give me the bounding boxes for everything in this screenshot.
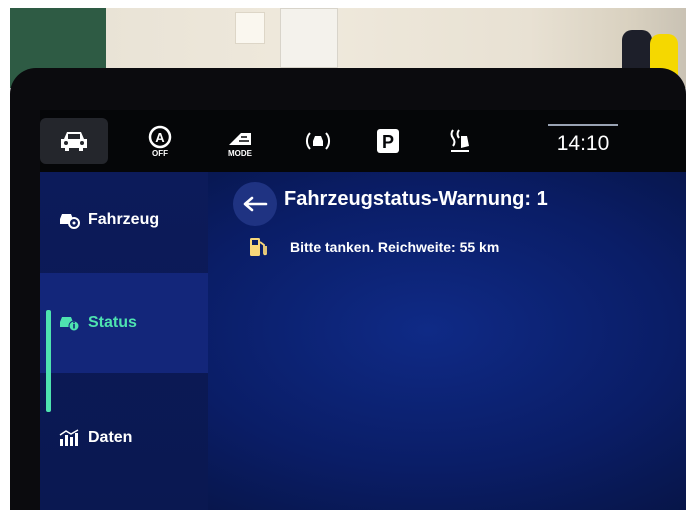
sidebar-item-status[interactable]: Status bbox=[40, 273, 208, 373]
data-chart-icon bbox=[59, 429, 79, 446]
sidebar: Fahrzeug Status Daten bbox=[40, 172, 208, 510]
list-item[interactable]: Bitte tanken. Reichweite: 55 km bbox=[248, 236, 499, 258]
warning-message: Bitte tanken. Reichweite: 55 km bbox=[290, 239, 500, 255]
sidebar-item-label: Status bbox=[88, 314, 137, 331]
top-bar: A OFF MODE P 14:10 bbox=[40, 110, 686, 172]
assist-icon bbox=[306, 132, 330, 150]
parking-icon: P bbox=[377, 129, 399, 153]
selection-indicator bbox=[46, 310, 51, 412]
vehicle-status-icon bbox=[60, 317, 80, 332]
page-title: Fahrzeugstatus-Warnung: 1 bbox=[284, 188, 548, 210]
car-button[interactable] bbox=[40, 118, 108, 164]
seat-heating-button[interactable] bbox=[440, 118, 480, 164]
parking-button[interactable]: P bbox=[370, 118, 406, 164]
drive-mode-button[interactable]: MODE bbox=[220, 118, 260, 164]
sidebar-item-daten[interactable]: Daten bbox=[40, 390, 208, 486]
sidebar-item-label: Fahrzeug bbox=[88, 211, 160, 228]
arrow-left-icon bbox=[243, 196, 268, 212]
auto-hold-button[interactable]: A OFF bbox=[140, 118, 180, 164]
back-button[interactable] bbox=[233, 182, 277, 226]
car-icon bbox=[61, 132, 87, 151]
wall-poster bbox=[280, 8, 338, 68]
svg-text:P: P bbox=[382, 132, 394, 152]
drive-mode-icon: MODE bbox=[228, 133, 253, 157]
sidebar-item-label: Daten bbox=[88, 429, 133, 446]
svg-text:MODE: MODE bbox=[228, 149, 253, 157]
seat-heating-icon bbox=[450, 129, 469, 152]
vehicle-settings-icon bbox=[60, 214, 80, 229]
fuel-pump-icon bbox=[250, 238, 267, 256]
sidebar-item-fahrzeug[interactable]: Fahrzeug bbox=[40, 172, 208, 268]
assist-button[interactable] bbox=[298, 118, 338, 164]
wall-notice bbox=[235, 12, 265, 44]
svg-text:OFF: OFF bbox=[152, 149, 168, 157]
auto-hold-off-icon: A OFF bbox=[148, 125, 172, 157]
svg-text:A: A bbox=[155, 130, 165, 145]
infotainment-screen: A OFF MODE P 14:10 Fahrzeug Status Daten… bbox=[40, 110, 686, 510]
clock: 14:10 bbox=[548, 124, 618, 162]
